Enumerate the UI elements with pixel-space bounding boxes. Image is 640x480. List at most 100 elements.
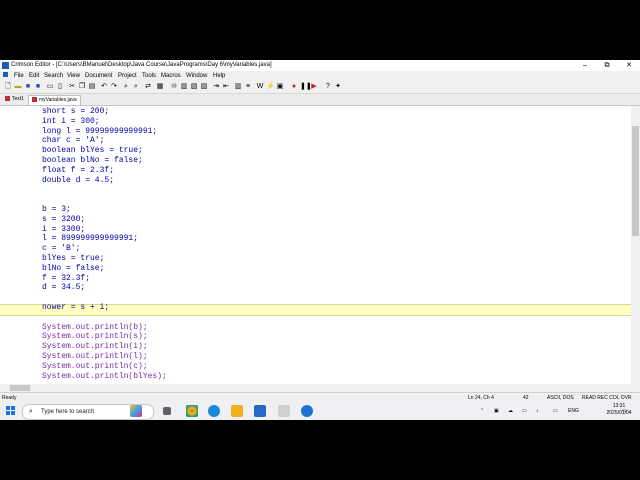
java-file-icon [32, 97, 37, 103]
cut-icon[interactable]: ✂ [68, 83, 76, 91]
tray-app-icon[interactable]: ▣ [494, 402, 499, 420]
code-line[interactable]: System.out.println(l); [42, 352, 148, 362]
code-line[interactable]: i = 3300; [42, 225, 85, 235]
vertical-scrollbar[interactable] [631, 106, 640, 384]
app-icon-blue[interactable] [301, 405, 313, 417]
app-icon-gray[interactable] [278, 405, 290, 417]
code-line[interactable]: long l = 99999999999991; [42, 127, 157, 137]
pause-macro-icon[interactable]: ❚❚ [300, 83, 312, 91]
edge-icon[interactable] [208, 405, 220, 417]
tray-battery-icon[interactable]: ▭ [553, 402, 558, 420]
search-placeholder: Type here to search [41, 409, 95, 415]
undo-icon[interactable]: ↶ [100, 83, 108, 91]
horizontal-scroll-thumb[interactable] [10, 385, 30, 391]
app-icon [2, 62, 9, 69]
menu-help[interactable]: Help [213, 71, 225, 81]
code-line[interactable]: int i = 300; [42, 117, 100, 127]
menu-macros[interactable]: Macros [161, 71, 181, 81]
code-line[interactable]: boolean blNo = false; [42, 156, 143, 166]
code-line[interactable]: double d = 4.5; [42, 176, 114, 186]
menu-search[interactable]: Search [44, 71, 63, 81]
menu-project[interactable]: Project [118, 71, 137, 81]
task-view-icon[interactable] [163, 407, 171, 415]
notification-icon[interactable]: ▭ [622, 402, 627, 420]
code-line[interactable]: char c = 'A'; [42, 136, 104, 146]
code-line[interactable]: b = 3; [42, 205, 71, 215]
code-line[interactable]: d = 34.5; [42, 283, 85, 293]
record-macro-icon[interactable]: ● [290, 83, 298, 91]
open-folder-icon[interactable]: ▬ [14, 83, 22, 91]
next-bookmark-icon[interactable]: ▨ [200, 83, 208, 91]
print-icon[interactable]: ▭ [46, 83, 54, 91]
tab-myvariables-java[interactable]: myVariables.java [28, 95, 81, 105]
bookmark-icon[interactable]: ▥ [180, 83, 188, 91]
code-line[interactable]: s = 3200; [42, 215, 85, 225]
menu-tools[interactable]: Tools [142, 71, 156, 81]
crimson-editor-window: Crimson Editor - [C:\Users\BManuel\Deskt… [0, 60, 640, 403]
tray-network-icon[interactable]: ▭ [522, 402, 527, 420]
copilot-icon[interactable] [130, 405, 142, 417]
menu-window[interactable]: Window [186, 71, 207, 81]
code-line[interactable]: System.out.println(s); [42, 332, 148, 342]
word-wrap-icon[interactable]: ≡ [244, 83, 252, 91]
code-line[interactable]: c = 'B'; [42, 244, 80, 254]
code-line[interactable]: l = 899999999999991; [42, 234, 138, 244]
column-mode-icon[interactable]: ▥ [234, 83, 242, 91]
menu-edit[interactable]: Edit [29, 71, 39, 81]
save-icon[interactable]: ■ [24, 83, 32, 91]
file-explorer-icon[interactable] [231, 405, 243, 417]
save-all-icon[interactable]: ■ [34, 83, 42, 91]
new-file-icon[interactable]: 🗋 [4, 83, 12, 91]
menu-file[interactable]: File [14, 71, 24, 81]
binoculars-icon[interactable]: ♾ [170, 83, 178, 91]
print-preview-icon[interactable]: ▯ [56, 83, 64, 91]
clock-date: 2025/01/04 [606, 410, 632, 416]
wrap-toggle-icon[interactable]: W [256, 83, 264, 91]
close-button[interactable]: ✕ [618, 60, 640, 71]
code-line[interactable]: short s = 200; [42, 107, 109, 117]
code-line[interactable]: blYes = true; [42, 254, 104, 264]
toggle-bookmark-icon[interactable]: ▧ [190, 83, 198, 91]
code-line[interactable]: nower = s + i; [42, 303, 109, 313]
code-line[interactable]: System.out.println(i); [42, 342, 148, 352]
code-line[interactable]: float f = 2.3f; [42, 166, 114, 176]
outdent-icon[interactable]: ⇤ [222, 83, 230, 91]
code-line[interactable]: boolean blYes = true; [42, 146, 143, 156]
minimize-button[interactable]: – [574, 60, 596, 71]
tab-text1[interactable]: Text1 [2, 95, 27, 104]
find-next-icon[interactable]: ⌕ [132, 83, 140, 91]
title-bar: Crimson Editor - [C:\Users\BManuel\Deskt… [0, 60, 640, 71]
help-icon[interactable]: ? [324, 83, 332, 91]
menu-view[interactable]: View [67, 71, 80, 81]
code-line[interactable]: f = 32.3f; [42, 274, 90, 284]
taskbar-clock[interactable]: 13:31 2025/01/04 [605, 403, 633, 417]
horizontal-scrollbar[interactable] [0, 384, 631, 392]
paste-icon[interactable]: ▤ [88, 83, 96, 91]
tray-volume-icon[interactable]: ♪ [536, 402, 539, 420]
chrome-like-icon[interactable] [186, 405, 198, 417]
redo-icon[interactable]: ↷ [110, 83, 118, 91]
indent-icon[interactable]: ⇥ [212, 83, 220, 91]
tray-chevron-icon[interactable]: ⌃ [480, 402, 484, 420]
code-line[interactable]: blNo = false; [42, 264, 104, 274]
mail-icon[interactable] [254, 405, 266, 417]
menu-document[interactable]: Document [85, 71, 112, 81]
code-line[interactable]: System.out.println(blYes); [42, 372, 167, 382]
vertical-scroll-thumb[interactable] [632, 126, 639, 236]
spell-icon[interactable]: ⚡ [266, 83, 275, 91]
tray-cloud-icon[interactable]: ☁ [508, 402, 513, 420]
play-macro-icon[interactable]: ▶ [310, 83, 318, 91]
find-icon[interactable]: ⌕ [122, 83, 130, 91]
windows-start-icon[interactable] [6, 406, 16, 416]
directory-icon[interactable]: ▣ [276, 83, 284, 91]
restore-button[interactable]: ⧉ [596, 60, 618, 71]
code-line[interactable]: System.out.println(b); [42, 323, 148, 333]
goto-icon[interactable]: ▦ [156, 83, 164, 91]
copy-icon[interactable]: ❐ [78, 83, 86, 91]
replace-icon[interactable]: ⇄ [144, 83, 152, 91]
context-help-icon[interactable]: ✦ [334, 83, 342, 91]
code-editor[interactable]: short s = 200; int i = 300; long l = 99999… [0, 106, 631, 384]
tray-language[interactable]: ENG [568, 402, 579, 420]
clock-time: 13:31 [612, 403, 626, 409]
code-line[interactable]: System.out.println(c); [42, 362, 148, 372]
